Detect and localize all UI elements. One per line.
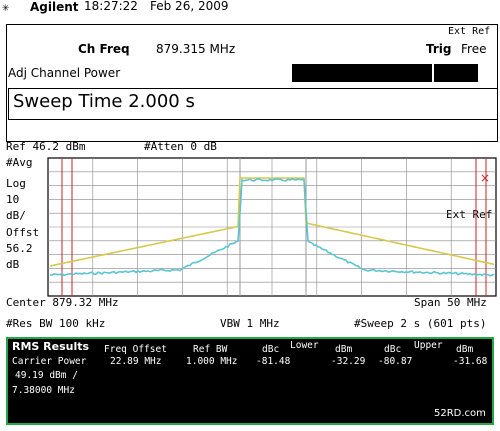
watermark: 52RD.com [434,408,486,419]
upper-dbm-header: dBm [456,344,474,355]
sweep-label: #Sweep 2 s (601 pts) [354,317,487,330]
carrier-power-label: Carrier Power [12,356,87,367]
upper-header: Upper [414,340,443,351]
upper-dbc-header: dBc [384,344,402,355]
freq-offset-header: Freq Offset [104,344,167,355]
vbw-label: VBW 1 MHz [220,317,280,330]
upper-dbc-value: -80.87 [378,356,413,367]
close-x-marker: × [480,171,490,185]
upper-dbm-value: -31.68 [453,356,488,367]
carrier-bandwidth-value: 7.38000 MHz [12,385,75,396]
freq-offset-value: 22.89 MHz [110,356,162,367]
results-title: RMS Results [12,340,90,353]
span-label: Span 50 MHz [414,296,487,309]
ref-bw-header: Ref BW [193,344,228,355]
ref-bw-value: 1.000 MHz [186,356,238,367]
lower-dbm-value: -32.29 [331,356,366,367]
lower-dbm-header: dBm [335,344,353,355]
lower-header: Lower [290,340,319,351]
lower-dbc-value: -81.48 [256,356,291,367]
center-freq-label: Center 879.32 MHz [6,296,119,309]
lower-dbc-header: dBc [262,344,280,355]
carrier-power-value: 49.19 dBm / [15,370,78,381]
res-bw-label: #Res BW 100 kHz [6,317,106,330]
